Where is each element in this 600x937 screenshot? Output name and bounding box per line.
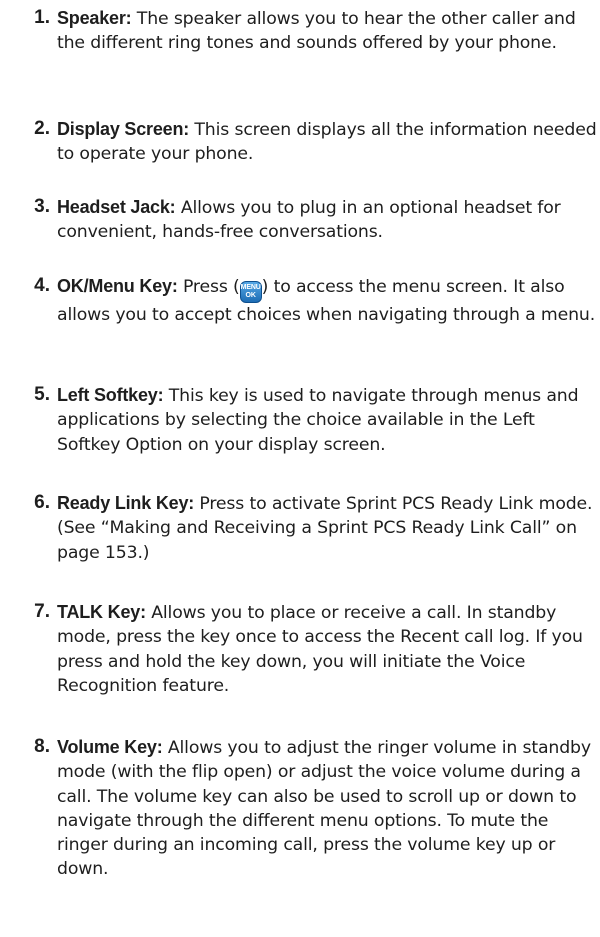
item-body: Left Softkey: This key is used to naviga… — [57, 383, 597, 457]
item-number: 7. — [34, 601, 50, 622]
item-number: 1. — [34, 7, 50, 28]
item-body: Volume Key: Allows you to adjust the rin… — [57, 735, 597, 882]
item-term: Display Screen: — [57, 119, 190, 139]
item-term: Ready Link Key: — [57, 493, 195, 513]
item-body: Speaker: The speaker allows you to hear … — [57, 6, 597, 56]
item-text: Allows you to adjust the ringer volume i… — [57, 738, 591, 880]
item-term: Volume Key: — [57, 737, 163, 757]
item-number: 8. — [34, 736, 50, 757]
item-body: TALK Key: Allows you to place or receive… — [57, 600, 597, 698]
item-term: TALK Key: — [57, 602, 146, 622]
menu-ok-key-icon: MENU OK — [239, 281, 262, 303]
item-text-before: Press ( — [182, 277, 240, 297]
item-number: 4. — [34, 275, 50, 296]
item-term: Speaker: — [57, 8, 132, 28]
item-body: OK/Menu Key: Press (MENU OK) to access th… — [57, 274, 597, 327]
item-body: Headset Jack: Allows you to plug in an o… — [57, 195, 597, 245]
item-text: The speaker allows you to hear the other… — [57, 9, 576, 54]
icon-label-bottom: OK — [245, 292, 256, 299]
item-term: OK/Menu Key: — [57, 276, 178, 296]
item-number: 6. — [34, 492, 50, 513]
item-term: Left Softkey: — [57, 385, 164, 405]
item-body: Ready Link Key: Press to activate Sprint… — [57, 491, 597, 565]
icon-label-top: MENU — [240, 284, 261, 291]
item-body: Display Screen: This screen displays all… — [57, 117, 597, 167]
item-number: 2. — [34, 118, 50, 139]
item-number: 3. — [34, 196, 50, 217]
item-term: Headset Jack: — [57, 197, 176, 217]
item-number: 5. — [34, 384, 50, 405]
